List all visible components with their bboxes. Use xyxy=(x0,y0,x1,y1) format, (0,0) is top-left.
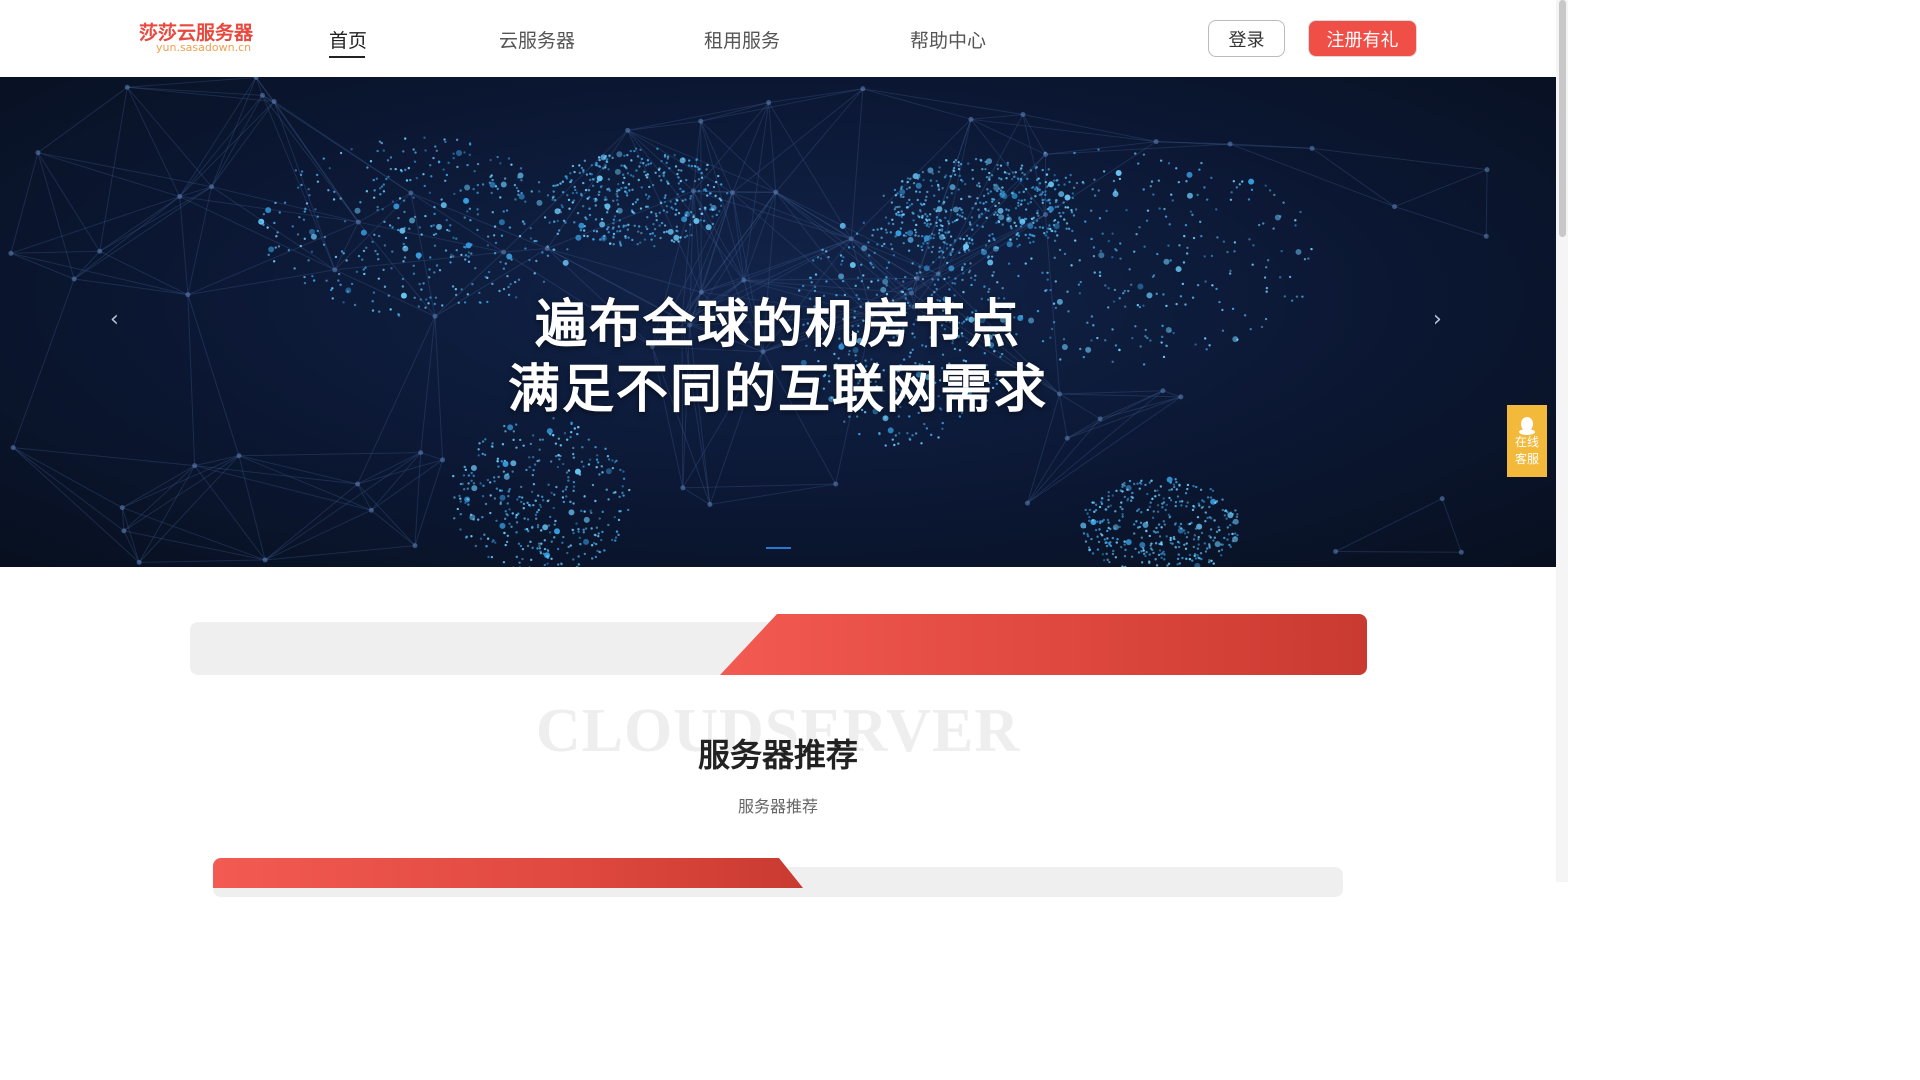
service-label-line1: 在线 xyxy=(1514,435,1539,449)
scrollbar-thumb[interactable] xyxy=(1559,0,1566,237)
tab2-active[interactable] xyxy=(213,858,803,888)
banner-headline-line1: 遍布全球的机房节点 xyxy=(534,295,1021,355)
login-button[interactable]: 登录 xyxy=(1208,20,1285,57)
nav-active-underline xyxy=(329,56,365,58)
nav-item-cloud-server[interactable]: 云服务器 xyxy=(499,26,575,53)
section-title: 服务器推荐 xyxy=(697,737,858,773)
register-button[interactable]: 注册有礼 xyxy=(1308,20,1417,57)
chevron-left-icon[interactable]: ‹ xyxy=(110,307,119,332)
nav-item-help-center[interactable]: 帮助中心 xyxy=(910,26,986,53)
site-header: 莎莎云服务器 yun.sasadown.cn 首页 云服务器 租用服务 帮助中心… xyxy=(0,0,1556,77)
logo-domain: yun.sasadown.cn xyxy=(156,41,252,54)
product-tabs xyxy=(213,858,1343,897)
nav-item-rental-service[interactable]: 租用服务 xyxy=(704,26,780,53)
banner-headline-line2: 满足不同的互联网需求 xyxy=(507,360,1048,420)
hero-banner: 遍布全球的机房节点 满足不同的互联网需求 ‹ › xyxy=(0,77,1556,567)
carousel-dot-active[interactable] xyxy=(766,547,791,549)
page-scrollbar[interactable] xyxy=(1556,0,1568,882)
category-tabs xyxy=(190,614,1367,675)
service-label-line2: 客服 xyxy=(1514,452,1539,466)
tab-active[interactable] xyxy=(720,614,1367,675)
nav-item-home[interactable]: 首页 xyxy=(329,26,367,53)
chevron-right-icon[interactable]: › xyxy=(1433,307,1442,332)
online-service-button[interactable]: 在线 客服 xyxy=(1507,405,1547,477)
site-logo[interactable]: 莎莎云服务器 yun.sasadown.cn xyxy=(139,18,261,58)
section-subtitle: 服务器推荐 xyxy=(737,799,818,816)
